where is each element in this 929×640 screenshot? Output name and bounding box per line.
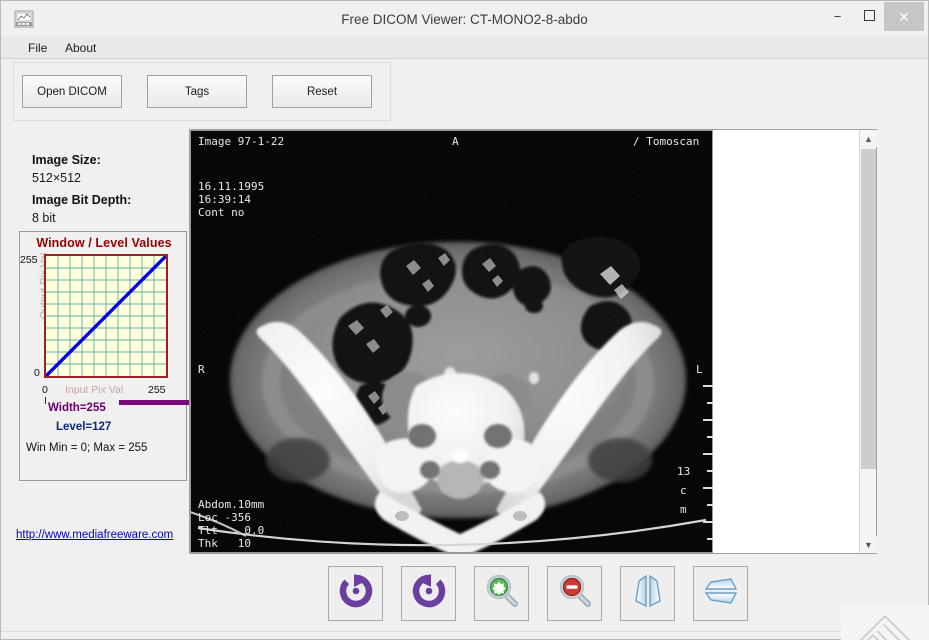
mediafreeware-link[interactable]: http://www.mediafreeware.com (16, 529, 173, 541)
zoom-in-button[interactable] (474, 566, 529, 621)
maximize-icon (864, 10, 875, 23)
chart-xtick-max: 255 (148, 384, 166, 396)
ct-scan-render (190, 130, 713, 553)
dicom-image[interactable]: Image 97-1-22 A / Tomoscan 16.11.1995 16… (190, 130, 713, 553)
status-divider (1, 631, 928, 632)
scrollbar-thumb[interactable] (861, 149, 876, 469)
rotate-right-icon (337, 572, 375, 615)
rotate-left-button[interactable] (401, 566, 456, 621)
scroll-up-icon[interactable]: ▲ (860, 130, 877, 147)
scroll-down-icon[interactable]: ▼ (860, 536, 877, 553)
close-icon: ✕ (898, 10, 910, 24)
rotate-left-icon (410, 572, 448, 615)
overlay-scale-unit-c: c (680, 484, 687, 497)
flip-horizontal-icon (629, 572, 667, 615)
overlay-scale-unit-m: m (680, 503, 687, 516)
menu-item-about[interactable]: About (58, 38, 103, 59)
image-tools-toolbar (1, 559, 928, 639)
toolbar-group: Open DICOM Tags Reset (13, 62, 391, 121)
window-level-chart[interactable] (44, 254, 168, 378)
reset-button[interactable]: Reset (272, 75, 372, 108)
instaluj-logo-icon (854, 616, 916, 640)
open-dicom-button[interactable]: Open DICOM (22, 75, 122, 108)
menu-bar: File About (1, 38, 928, 59)
menu-item-file[interactable]: File (21, 38, 54, 59)
window-title: Free DICOM Viewer: CT-MONO2-8-abdo (1, 1, 928, 38)
overlay-thickness: Thk 10 (198, 537, 251, 550)
overlay-orientation-right: R (198, 363, 205, 376)
flip-vertical-icon (702, 572, 740, 615)
image-bit-depth-label: Image Bit Depth: (32, 193, 131, 207)
title-bar: Free DICOM Viewer: CT-MONO2-8-abdo − ✕ (1, 1, 928, 38)
zoom-out-button[interactable] (547, 566, 602, 621)
image-size-label: Image Size: (32, 153, 101, 167)
chart-xtick-min: 0 (42, 384, 48, 396)
zoom-in-icon (483, 572, 521, 615)
zoom-out-icon (556, 572, 594, 615)
image-vertical-scrollbar[interactable]: ▲ ▼ (859, 130, 876, 553)
chart-transfer-line (46, 256, 166, 376)
instaluj-watermark: INSTALUJ.CZ (841, 605, 929, 640)
tags-button[interactable]: Tags (147, 75, 247, 108)
minimize-button[interactable]: − (823, 2, 852, 31)
overlay-modality: / Tomoscan (633, 135, 699, 148)
window-level-title: Window / Level Values (20, 236, 188, 250)
overlay-scale-value: 13 (677, 465, 690, 478)
overlay-orientation-anterior: A (452, 135, 459, 148)
image-view-panel: Image 97-1-22 A / Tomoscan 16.11.1995 16… (189, 129, 877, 554)
chart-ytick-min: 0 (34, 367, 40, 379)
rotate-right-button[interactable] (328, 566, 383, 621)
image-size-value: 512×512 (32, 171, 81, 185)
minimize-icon: − (834, 10, 842, 23)
window-width-bar (119, 400, 193, 405)
application-window: Free DICOM Viewer: CT-MONO2-8-abdo − ✕ F… (0, 0, 929, 640)
flip-vertical-button[interactable] (693, 566, 748, 621)
window-level-panel: Window / Level Values Output Pix Val 255… (19, 231, 187, 481)
window-minmax-text: Win Min = 0; Max = 255 (26, 442, 147, 454)
close-button[interactable]: ✕ (884, 2, 924, 31)
overlay-date: 16.11.1995 (198, 180, 264, 193)
client-area: Open DICOM Tags Reset Image Size: 512×51… (1, 59, 928, 639)
overlay-image-id: Image 97-1-22 (198, 135, 284, 148)
overlay-orientation-left: L (696, 363, 703, 376)
width-marker-tick (45, 397, 46, 404)
chart-ytick-max: 255 (20, 254, 38, 266)
overlay-tilt: Tlt 0.0 (198, 524, 264, 537)
chart-xlabel: Input Pix Val (65, 384, 123, 396)
overlay-contrast: Cont no (198, 206, 244, 219)
image-bit-depth-value: 8 bit (32, 211, 56, 225)
maximize-button[interactable] (855, 2, 884, 31)
window-width-value: Width=255 (48, 402, 106, 414)
overlay-protocol: Abdom.10mm (198, 498, 264, 511)
flip-horizontal-button[interactable] (620, 566, 675, 621)
overlay-time: 16:39:14 (198, 193, 251, 206)
window-level-value: Level=127 (56, 421, 111, 433)
overlay-location: Loc -356 (198, 511, 251, 524)
